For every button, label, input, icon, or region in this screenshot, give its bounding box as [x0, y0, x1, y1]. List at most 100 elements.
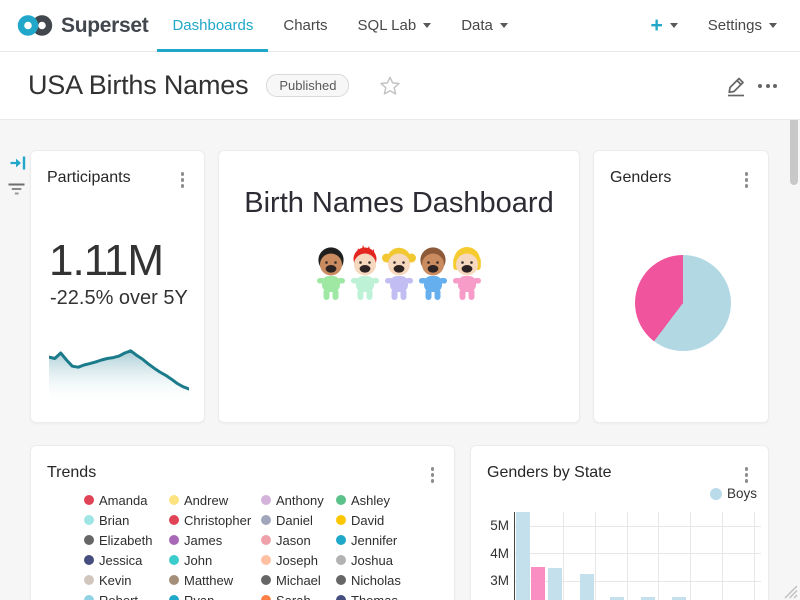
legend-item-sarah[interactable]: Sarah	[261, 593, 336, 600]
legend-dot	[169, 515, 179, 525]
legend-item-ashley[interactable]: Ashley	[336, 493, 436, 508]
favorite-star-icon[interactable]	[379, 75, 401, 97]
kid-figure	[419, 247, 447, 300]
legend-item-boys[interactable]: Boys	[710, 486, 757, 501]
legend-item-jessica[interactable]: Jessica	[84, 553, 169, 568]
y-tick-label: 3M	[479, 573, 509, 588]
main-nav: Dashboards Charts SQL Lab Data	[157, 0, 522, 52]
kebab-menu-icon[interactable]	[743, 465, 751, 485]
legend-label: Thomas	[351, 593, 398, 600]
legend-item-anthony[interactable]: Anthony	[261, 493, 336, 508]
trends-legend: AmandaAndrew Anthony Ashley BrianChristophe…	[84, 490, 436, 600]
legend-item-matthew[interactable]: Matthew	[169, 573, 261, 588]
legend-dot	[336, 535, 346, 545]
legend-dot	[169, 575, 179, 585]
legend-item-jennifer[interactable]: Jennifer	[336, 533, 436, 548]
kebab-menu-icon[interactable]	[179, 170, 187, 190]
bar-boys[interactable]	[548, 568, 562, 600]
legend-item-andrew[interactable]: Andrew	[169, 493, 261, 508]
pie-chart[interactable]	[635, 255, 731, 351]
legend-dot	[84, 595, 94, 600]
caret-down-icon	[670, 23, 678, 28]
legend-item-david[interactable]: David	[336, 513, 436, 528]
kid-figure	[351, 245, 379, 300]
legend-dot	[261, 495, 271, 505]
dashboard-header: USA Births Names Published	[0, 52, 800, 120]
legend-label: Elizabeth	[99, 533, 152, 548]
chart-title: Genders	[610, 169, 671, 187]
nav-item-label: Data	[461, 17, 493, 34]
legend-dot	[169, 535, 179, 545]
legend-dot	[336, 495, 346, 505]
card-resize-handle[interactable]	[783, 585, 798, 600]
legend-dot	[169, 495, 179, 505]
kebab-menu-icon[interactable]	[429, 465, 437, 485]
navbar-right: + Settings	[651, 15, 777, 36]
legend-dot	[261, 555, 271, 565]
bar-girls[interactable]	[531, 567, 545, 600]
gridline	[515, 526, 761, 527]
add-new-button[interactable]: +	[651, 15, 678, 36]
legend-item-ryan[interactable]: Ryan	[169, 593, 261, 600]
legend-dot	[336, 515, 346, 525]
settings-menu[interactable]: Settings	[708, 17, 777, 34]
filter-list-icon[interactable]	[8, 183, 26, 201]
genders-card: Genders	[593, 150, 769, 423]
genders-by-state-card: Genders by State Boys 5M4M3M	[470, 445, 769, 600]
legend-dot	[84, 555, 94, 565]
legend-item-joseph[interactable]: Joseph	[261, 553, 336, 568]
bar-boys[interactable]	[580, 574, 594, 600]
caret-down-icon	[423, 23, 431, 28]
caret-down-icon	[769, 23, 777, 28]
legend-item-brian[interactable]: Brian	[84, 513, 169, 528]
legend-item-robert[interactable]: Robert	[84, 593, 169, 600]
legend-item-amanda[interactable]: Amanda	[84, 493, 169, 508]
legend-label: Matthew	[184, 573, 233, 588]
trends-card: Trends AmandaAndrewAnthonyAshleyBrianChr…	[30, 445, 455, 600]
expand-filter-bar-icon[interactable]	[10, 155, 27, 176]
legend-dot	[169, 555, 179, 565]
legend-label: Robert	[99, 593, 138, 600]
nav-item-sql-lab[interactable]: SQL Lab	[343, 0, 447, 52]
nav-item-label: SQL Lab	[358, 17, 417, 34]
legend-label: David	[351, 513, 384, 528]
legend-item-elizabeth[interactable]: Elizabeth	[84, 533, 169, 548]
legend-item-daniel[interactable]: Daniel	[261, 513, 336, 528]
superset-brand[interactable]: Superset	[16, 12, 148, 39]
legend-item-jason[interactable]: Jason	[261, 533, 336, 548]
legend-item-christopher[interactable]: Christopher	[169, 513, 261, 528]
legend-dot	[261, 595, 271, 600]
nav-item-data[interactable]: Data	[446, 0, 523, 52]
y-tick-label: 4M	[479, 546, 509, 561]
legend-item-nicholas[interactable]: Nicholas	[336, 573, 436, 588]
nav-item-dashboards[interactable]: Dashboards	[157, 0, 268, 52]
legend-item-joshua[interactable]: Joshua	[336, 553, 436, 568]
legend-dot	[336, 595, 346, 600]
legend-item-kevin[interactable]: Kevin	[84, 573, 169, 588]
page-title: USA Births Names	[28, 70, 248, 101]
legend-dot	[336, 555, 346, 565]
legend-label: Joshua	[351, 553, 393, 568]
legend-item-james[interactable]: James	[169, 533, 261, 548]
legend-item-john[interactable]: John	[169, 553, 261, 568]
more-options-icon[interactable]	[758, 80, 777, 92]
nav-item-charts[interactable]: Charts	[268, 0, 342, 52]
legend-item-michael[interactable]: Michael	[261, 573, 336, 588]
edit-pencil-icon[interactable]	[725, 74, 747, 98]
kebab-menu-icon[interactable]	[743, 170, 751, 190]
y-tick-label: 5M	[479, 518, 509, 533]
legend-label: Anthony	[276, 493, 324, 508]
bar-boys[interactable]	[516, 512, 530, 600]
published-badge[interactable]: Published	[266, 74, 349, 98]
legend-item-thomas[interactable]: Thomas	[336, 593, 436, 600]
legend-label: Sarah	[276, 593, 311, 600]
big-number-subheader: -22.5% over 5Y	[50, 287, 188, 310]
legend-label: John	[184, 553, 212, 568]
legend-dot	[84, 495, 94, 505]
kid-figure	[317, 247, 345, 300]
legend-label: Joseph	[276, 553, 318, 568]
legend-label: Jason	[276, 533, 311, 548]
nav-item-label: Charts	[283, 17, 327, 34]
plus-icon: +	[651, 15, 663, 36]
markdown-card: Birth Names Dashboard	[218, 150, 580, 423]
